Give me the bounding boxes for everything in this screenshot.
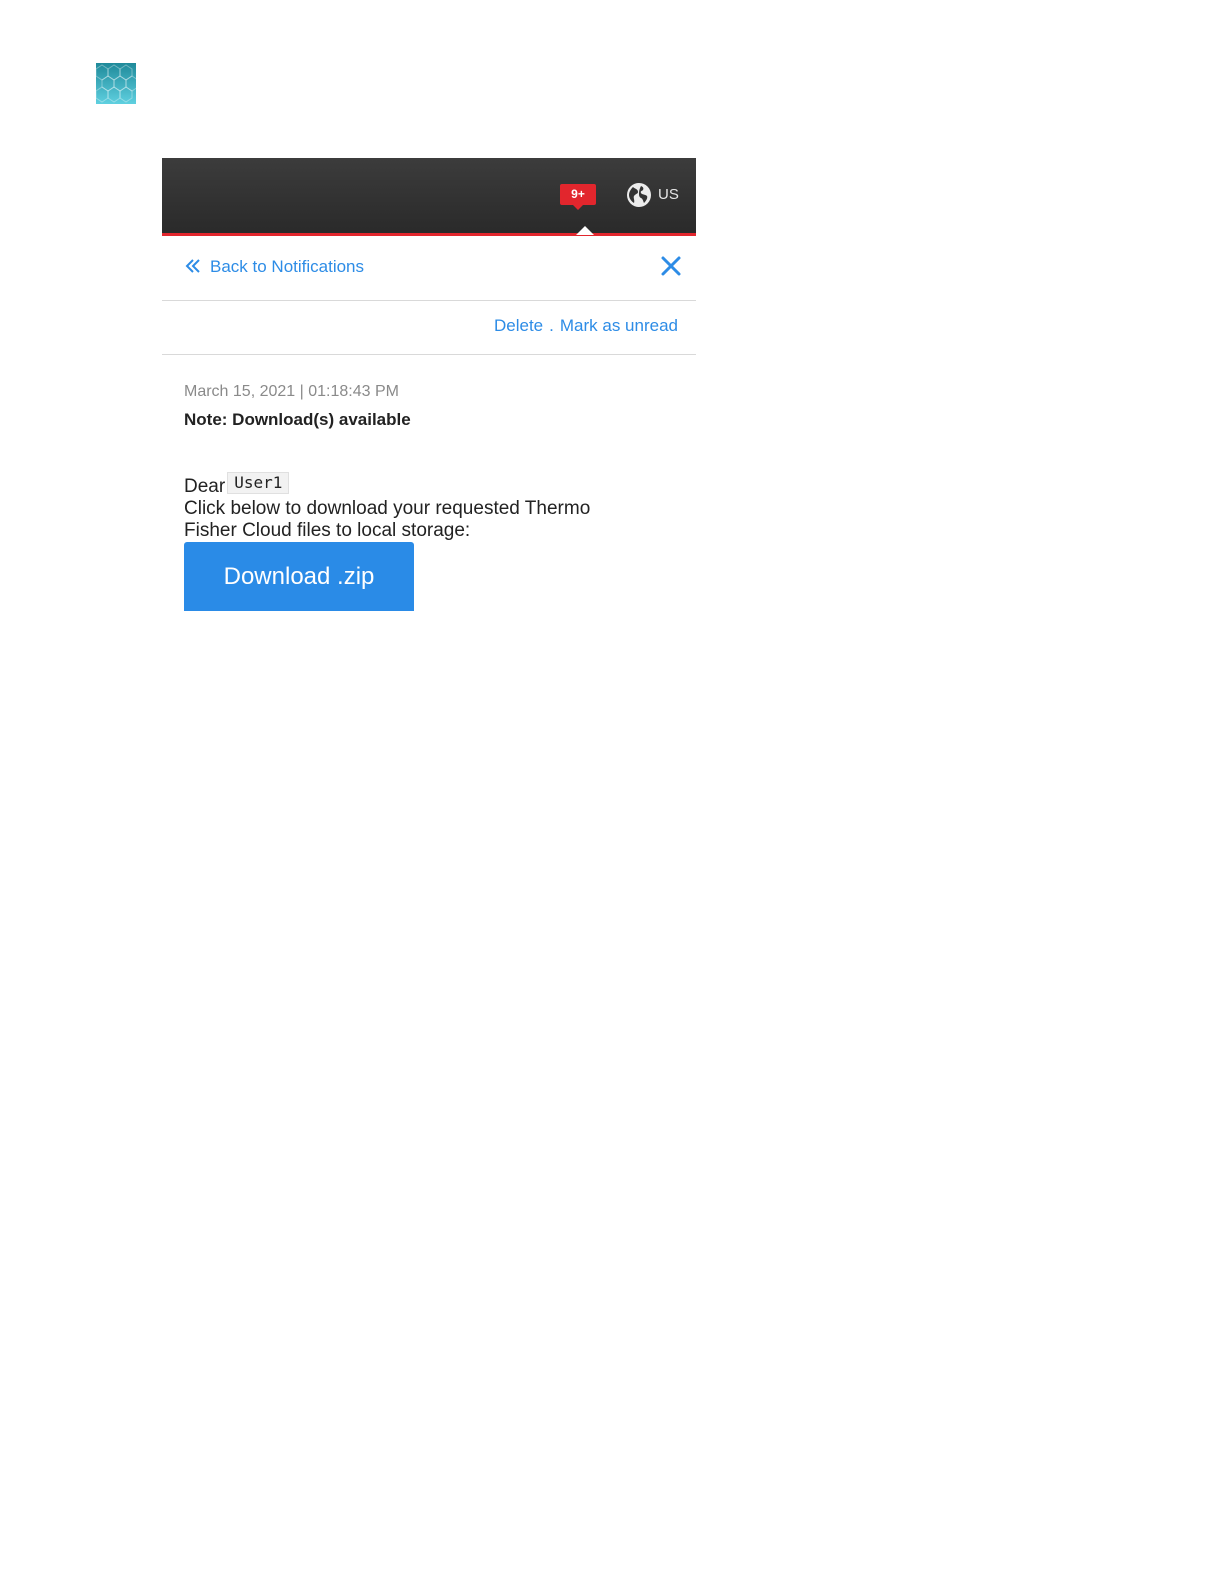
message-body: Dear User1 Click below to download your r… xyxy=(184,472,684,542)
action-separator: . xyxy=(549,316,554,335)
download-zip-button[interactable]: Download .zip xyxy=(184,542,414,611)
greeting-text: Dear xyxy=(184,476,226,497)
greeting-line: Dear User1 xyxy=(184,472,684,498)
notification-icon[interactable]: 9+ xyxy=(560,184,596,210)
brand-logo-icon xyxy=(96,63,136,104)
locale-selector[interactable]: US xyxy=(658,186,679,204)
back-to-notifications-link[interactable]: Back to Notifications xyxy=(184,257,364,277)
close-icon[interactable] xyxy=(660,255,682,277)
back-link-label: Back to Notifications xyxy=(210,257,365,276)
message-line-1: Click below to download your requested T… xyxy=(184,498,591,519)
message-timestamp: March 15, 2021 | 01:18:43 PM xyxy=(184,383,399,400)
globe-icon[interactable] xyxy=(626,182,652,208)
double-chevron-left-icon xyxy=(185,259,200,273)
user-name-chip: User1 xyxy=(227,472,290,494)
delete-link[interactable]: Delete xyxy=(494,316,543,335)
notification-count: 9+ xyxy=(571,187,585,201)
message-actions-row: Delete. Mark as unread xyxy=(162,301,696,355)
mark-as-unread-link[interactable]: Mark as unread xyxy=(560,316,678,335)
back-row: Back to Notifications xyxy=(162,236,696,301)
message-line-2: Fisher Cloud files to local storage: xyxy=(184,520,471,541)
message-actions: Delete. Mark as unread xyxy=(494,316,678,336)
notification-panel: 9+ US Back to Notifications Delete. Mark … xyxy=(162,158,696,611)
dropdown-pointer xyxy=(576,226,594,235)
message-title: Note: Download(s) available xyxy=(184,410,411,429)
top-navigation-bar: 9+ US xyxy=(162,158,696,233)
